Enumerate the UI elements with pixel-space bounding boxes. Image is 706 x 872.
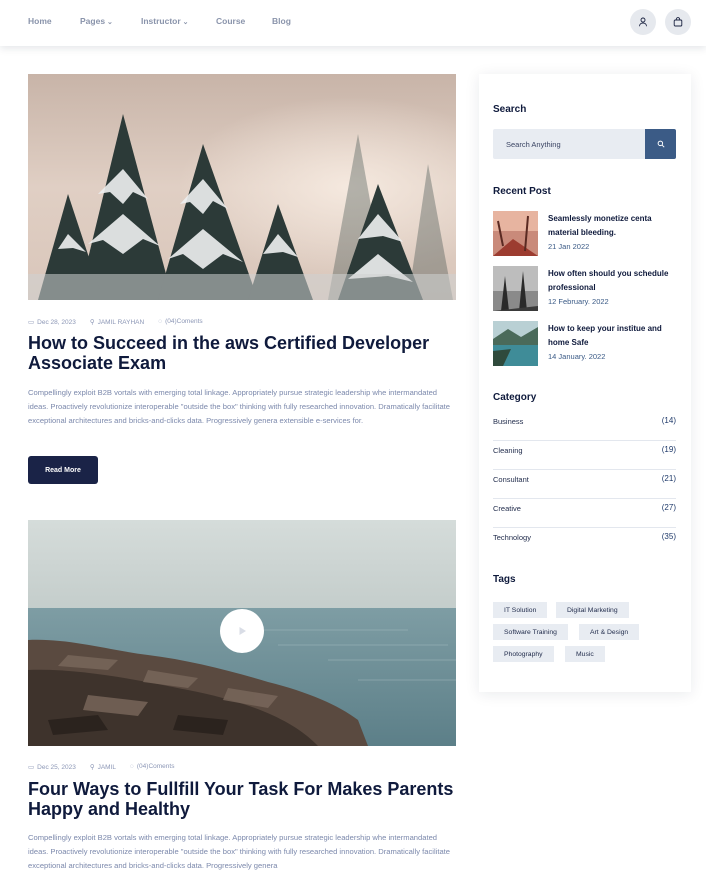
blog-post: ▭ Dec 28, 2023 ⚲ JAMIL RAYHAN ◌ (04)Coments… <box>28 74 456 494</box>
search-button[interactable] <box>645 129 676 159</box>
recent-post-date: 14 January. 2022 <box>548 352 606 361</box>
nav-label: Home <box>28 16 52 26</box>
post-author-text: JAMIL RAYHAN <box>97 319 145 326</box>
category-name: Technology <box>493 533 531 542</box>
post-excerpt: Compellingly exploit B2B vortals with em… <box>28 388 451 425</box>
category-count: (27) <box>661 503 676 512</box>
tag-item[interactable]: Digital Marketing <box>556 602 629 618</box>
search-form <box>493 129 676 159</box>
comment-icon: ◌ <box>130 763 134 770</box>
category-count: (35) <box>661 532 676 541</box>
blog-sidebar: Search Recent Post Seamlessly monetize c… <box>479 74 691 692</box>
nav-label: Instructor <box>141 16 181 26</box>
user-icon: ⚲ <box>89 764 95 771</box>
category-item[interactable]: Creative (27) <box>493 499 676 528</box>
cart-button[interactable] <box>665 9 691 35</box>
post-image-rocky-shore[interactable] <box>28 520 456 746</box>
post-author[interactable]: ⚲ JAMIL RAYHAN <box>90 318 144 326</box>
tag-item[interactable]: Software Training <box>493 624 568 640</box>
recent-post-date: 12 February. 2022 <box>548 297 609 306</box>
nav-label: Course <box>216 16 246 26</box>
category-count: (19) <box>661 445 676 454</box>
shopping-bag-icon <box>673 17 683 27</box>
nav-item-course[interactable]: Course <box>216 16 245 26</box>
play-video-button[interactable] <box>220 609 264 653</box>
post-date: ▭ Dec 28, 2023 <box>28 318 76 326</box>
calendar-icon: ▭ <box>28 319 35 326</box>
post-excerpt: Compellingly exploit B2B vortals with em… <box>28 833 451 870</box>
category-item[interactable]: Business (14) <box>493 412 676 441</box>
recent-post-title[interactable]: Seamlessly monetize centa material bleed… <box>548 212 678 240</box>
nav-item-blog[interactable]: Blog <box>272 16 291 26</box>
post-meta: ▭ Dec 28, 2023 ⚲ JAMIL RAYHAN ◌ (04)Coments <box>28 318 203 326</box>
category-heading: Category <box>493 392 537 403</box>
nav-item-home[interactable]: Home <box>28 16 52 26</box>
category-count: (21) <box>661 474 676 483</box>
post-date-text: Dec 28, 2023 <box>37 319 76 326</box>
recent-post-item[interactable]: How to keep your institue and home Safe … <box>493 321 678 367</box>
nav-label: Blog <box>272 16 291 26</box>
post-author-text: JAMIL <box>97 764 117 771</box>
post-title[interactable]: Four Ways to Fullfill Your Task For Make… <box>28 779 458 819</box>
category-item[interactable]: Cleaning (19) <box>493 441 676 470</box>
top-navbar: Home Pages ⌄ Instructor ⌄ Course Blog <box>0 0 706 46</box>
chevron-down-icon: ⌄ <box>107 19 113 26</box>
post-author[interactable]: ⚲ JAMIL <box>90 763 116 771</box>
search-input[interactable] <box>493 129 645 159</box>
category-name: Creative <box>493 504 521 513</box>
recent-post-item[interactable]: How often should you schedule profession… <box>493 266 678 312</box>
post-comments-text: (04)Coments <box>136 763 175 770</box>
nav-item-instructor[interactable]: Instructor ⌄ <box>141 16 189 26</box>
chevron-down-icon: ⌄ <box>182 19 189 26</box>
category-item[interactable]: Consultant (21) <box>493 470 676 499</box>
tag-item[interactable]: Art & Design <box>579 624 640 640</box>
recent-post-heading: Recent Post <box>493 186 551 197</box>
nav-item-pages[interactable]: Pages ⌄ <box>80 16 113 26</box>
category-name: Cleaning <box>493 446 523 455</box>
post-comments-text: (04)Coments <box>165 318 203 325</box>
comment-icon: ◌ <box>158 318 163 325</box>
tag-item[interactable]: Music <box>565 646 605 662</box>
nav-label: Pages <box>80 16 106 26</box>
calendar-icon: ▭ <box>28 764 35 771</box>
recent-post-title[interactable]: How to keep your institue and home Safe <box>548 322 678 350</box>
post-title[interactable]: How to Succeed in the aws Certified Deve… <box>28 333 458 373</box>
post-comments[interactable]: ◌ (04)Coments <box>158 318 202 326</box>
search-heading: Search <box>493 104 527 115</box>
read-more-button[interactable]: Read More <box>28 456 98 484</box>
post-meta: ▭ Dec 25, 2023 ⚲ JAMIL ◌ (04)Coments <box>28 763 174 771</box>
post-image-snowy-trees[interactable] <box>28 74 456 300</box>
recent-post-item[interactable]: Seamlessly monetize centa material bleed… <box>493 211 678 257</box>
recent-post-thumbnail[interactable] <box>493 266 538 311</box>
user-icon: ⚲ <box>89 319 95 326</box>
category-item[interactable]: Technology (35) <box>493 528 676 557</box>
account-button[interactable] <box>630 9 656 35</box>
user-icon <box>639 17 647 27</box>
tags-heading: Tags <box>493 574 516 585</box>
recent-post-title[interactable]: How often should you schedule profession… <box>548 267 678 295</box>
search-icon <box>657 140 665 148</box>
recent-post-thumbnail[interactable] <box>493 321 538 366</box>
category-name: Business <box>493 417 524 426</box>
play-icon <box>239 627 246 635</box>
post-date: ▭ Dec 25, 2023 <box>28 763 76 771</box>
category-name: Consultant <box>493 475 529 484</box>
tag-item[interactable]: Photography <box>493 646 554 662</box>
category-count: (14) <box>661 416 676 425</box>
post-date-text: Dec 25, 2023 <box>37 764 76 771</box>
recent-post-date: 21 Jan 2022 <box>548 242 590 251</box>
blog-post: ▭ Dec 25, 2023 ⚲ JAMIL ◌ (04)Coments Four W… <box>28 520 456 872</box>
tag-item[interactable]: IT Solution <box>493 602 548 618</box>
post-comments[interactable]: ◌ (04)Coments <box>130 763 174 771</box>
recent-post-thumbnail[interactable] <box>493 211 538 256</box>
